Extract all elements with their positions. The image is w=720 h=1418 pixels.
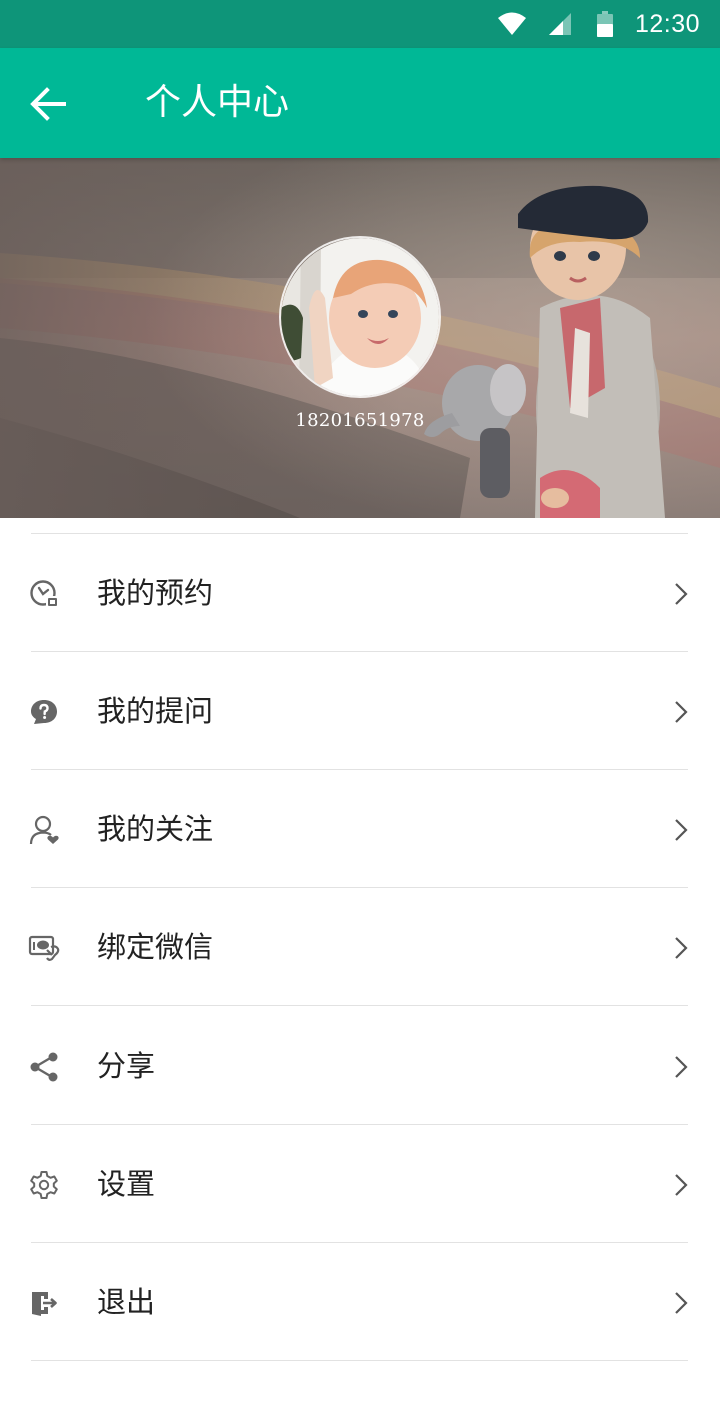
divider bbox=[31, 1005, 688, 1006]
back-button[interactable] bbox=[22, 78, 74, 130]
menu-item-label: 我的关注 bbox=[97, 812, 214, 846]
avatar[interactable] bbox=[279, 236, 441, 398]
battery-icon bbox=[596, 11, 613, 37]
logout-icon bbox=[32, 1292, 57, 1316]
menu-item-share[interactable]: 分享 bbox=[0, 1007, 720, 1125]
profile-banner: 18201651978 bbox=[0, 158, 720, 518]
app-bar: 个人中心 bbox=[0, 48, 720, 158]
share-icon bbox=[30, 1052, 58, 1082]
menu-item-settings[interactable]: 设置 bbox=[0, 1125, 720, 1243]
gear-icon bbox=[30, 1171, 58, 1199]
chevron-right-icon bbox=[675, 701, 688, 723]
menu-item-label: 退出 bbox=[97, 1285, 156, 1319]
status-bar: 12:30 bbox=[0, 0, 720, 48]
menu-item-appointments[interactable]: 我的预约 bbox=[0, 534, 720, 652]
appointment-clock-icon bbox=[30, 580, 58, 607]
chevron-right-icon bbox=[675, 1292, 688, 1314]
menu-item-label: 绑定微信 bbox=[97, 930, 214, 964]
chevron-right-icon bbox=[675, 819, 688, 841]
status-icons: 12:30 bbox=[497, 0, 700, 48]
chevron-right-icon bbox=[675, 937, 688, 959]
status-time: 12:30 bbox=[634, 9, 700, 38]
divider bbox=[31, 1360, 688, 1361]
page-title: 个人中心 bbox=[145, 82, 290, 123]
phone-number: 18201651978 bbox=[295, 410, 425, 431]
menu-item-label: 我的提问 bbox=[97, 694, 214, 728]
menu-item-label: 分享 bbox=[97, 1049, 156, 1083]
menu-item-questions[interactable]: 我的提问 bbox=[0, 652, 720, 770]
wifi-icon bbox=[497, 12, 526, 35]
menu-item-label: 我的预约 bbox=[97, 576, 214, 610]
chevron-right-icon bbox=[675, 1174, 688, 1196]
menu-item-label: 设置 bbox=[97, 1167, 156, 1201]
avatar-image bbox=[281, 238, 439, 396]
question-bubble-icon bbox=[31, 700, 57, 724]
user-heart-icon bbox=[29, 815, 59, 845]
wechat-link-icon bbox=[28, 935, 60, 961]
arrow-left-icon bbox=[30, 87, 66, 121]
menu-item-following[interactable]: 我的关注 bbox=[0, 770, 720, 888]
menu-item-logout[interactable]: 退出 bbox=[0, 1243, 720, 1361]
signal-icon bbox=[548, 13, 571, 35]
chevron-right-icon bbox=[675, 583, 688, 605]
chevron-right-icon bbox=[675, 1056, 688, 1078]
menu-item-bind-wechat[interactable]: 绑定微信 bbox=[0, 888, 720, 1006]
